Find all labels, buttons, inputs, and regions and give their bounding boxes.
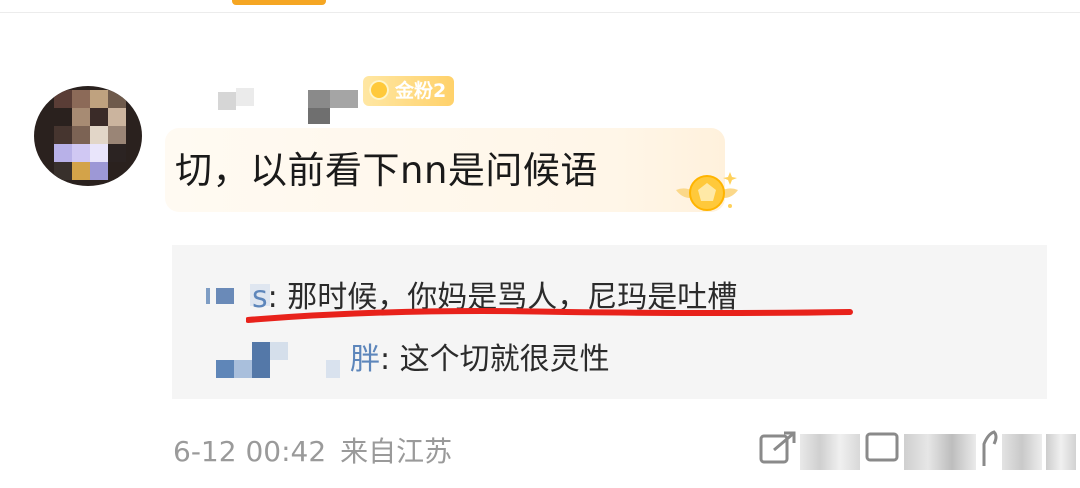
- reply-author-pixel: [270, 342, 288, 360]
- underline-stroke: [246, 308, 853, 323]
- avatar-pixel: [72, 144, 90, 162]
- censored-count: [904, 434, 976, 470]
- avatar-pixel: [90, 144, 108, 162]
- fan-badge-label: 金粉2: [395, 80, 447, 102]
- name-pixel: [236, 88, 254, 106]
- avatar-pixel: [108, 90, 126, 108]
- avatar-pixel: [54, 126, 72, 144]
- name-pixel: [308, 108, 330, 124]
- reply-author-pixel: [216, 288, 234, 304]
- reply-text: 这个切就很灵性: [399, 342, 610, 377]
- name-pixel: [330, 90, 358, 108]
- reply-author-pixel: [234, 360, 252, 378]
- comment-icon-frame: [865, 432, 899, 462]
- reply-author-pixel: [206, 288, 210, 304]
- like-icon[interactable]: [980, 430, 1000, 470]
- comment-icon[interactable]: [864, 430, 902, 466]
- comment-time: 6-12 00:42: [173, 435, 327, 468]
- reply-item[interactable]: 胖: 这个切就很灵性: [350, 334, 610, 378]
- reply-author-name[interactable]: 胖: [350, 342, 380, 377]
- avatar-pixel: [108, 144, 126, 162]
- medal-sparkle: [723, 172, 737, 185]
- medal-sparkle: [728, 204, 732, 208]
- avatar-pixel: [108, 108, 126, 126]
- comment-location: 来自江苏: [340, 435, 453, 468]
- avatar-pixel: [72, 108, 90, 126]
- avatar-pixel: [72, 126, 90, 144]
- avatar-pixel: [90, 162, 108, 180]
- avatar-pixel: [108, 126, 126, 144]
- name-pixel: [218, 92, 236, 110]
- avatar-pixel: [54, 144, 72, 162]
- avatar[interactable]: [34, 86, 142, 186]
- top-tab-indicator: [232, 0, 326, 5]
- share-icon[interactable]: [758, 430, 798, 466]
- reply-author-pixel: [252, 342, 270, 378]
- red-underline-annotation: [246, 308, 853, 323]
- fan-level-badge[interactable]: 金粉2: [363, 76, 455, 106]
- avatar-pixel: [54, 90, 72, 108]
- reply-author-pixel: [326, 360, 340, 378]
- top-divider: [0, 12, 1080, 13]
- comment-meta: 6-12 00:42 来自江苏: [173, 430, 452, 470]
- avatar-pixel: [90, 108, 108, 126]
- censored-count: [800, 434, 860, 470]
- avatar-pixel: [90, 90, 108, 108]
- reply-separator: :: [380, 342, 400, 377]
- avatar-pixel: [72, 90, 90, 108]
- avatar-pixel: [90, 126, 108, 144]
- name-pixel: [308, 90, 330, 108]
- censored-count: [1002, 434, 1042, 470]
- gem-icon: [369, 80, 389, 100]
- username-censored[interactable]: [210, 86, 370, 124]
- like-icon-shape: [982, 430, 998, 466]
- censored-count: [1046, 434, 1076, 470]
- avatar-pixel: [72, 162, 90, 180]
- reply-author-pixel: [216, 360, 234, 378]
- fan-medal-icon: [676, 172, 738, 211]
- avatar-pixel: [54, 162, 72, 180]
- comment-text: 切，以前看下nn是问候语: [175, 149, 598, 192]
